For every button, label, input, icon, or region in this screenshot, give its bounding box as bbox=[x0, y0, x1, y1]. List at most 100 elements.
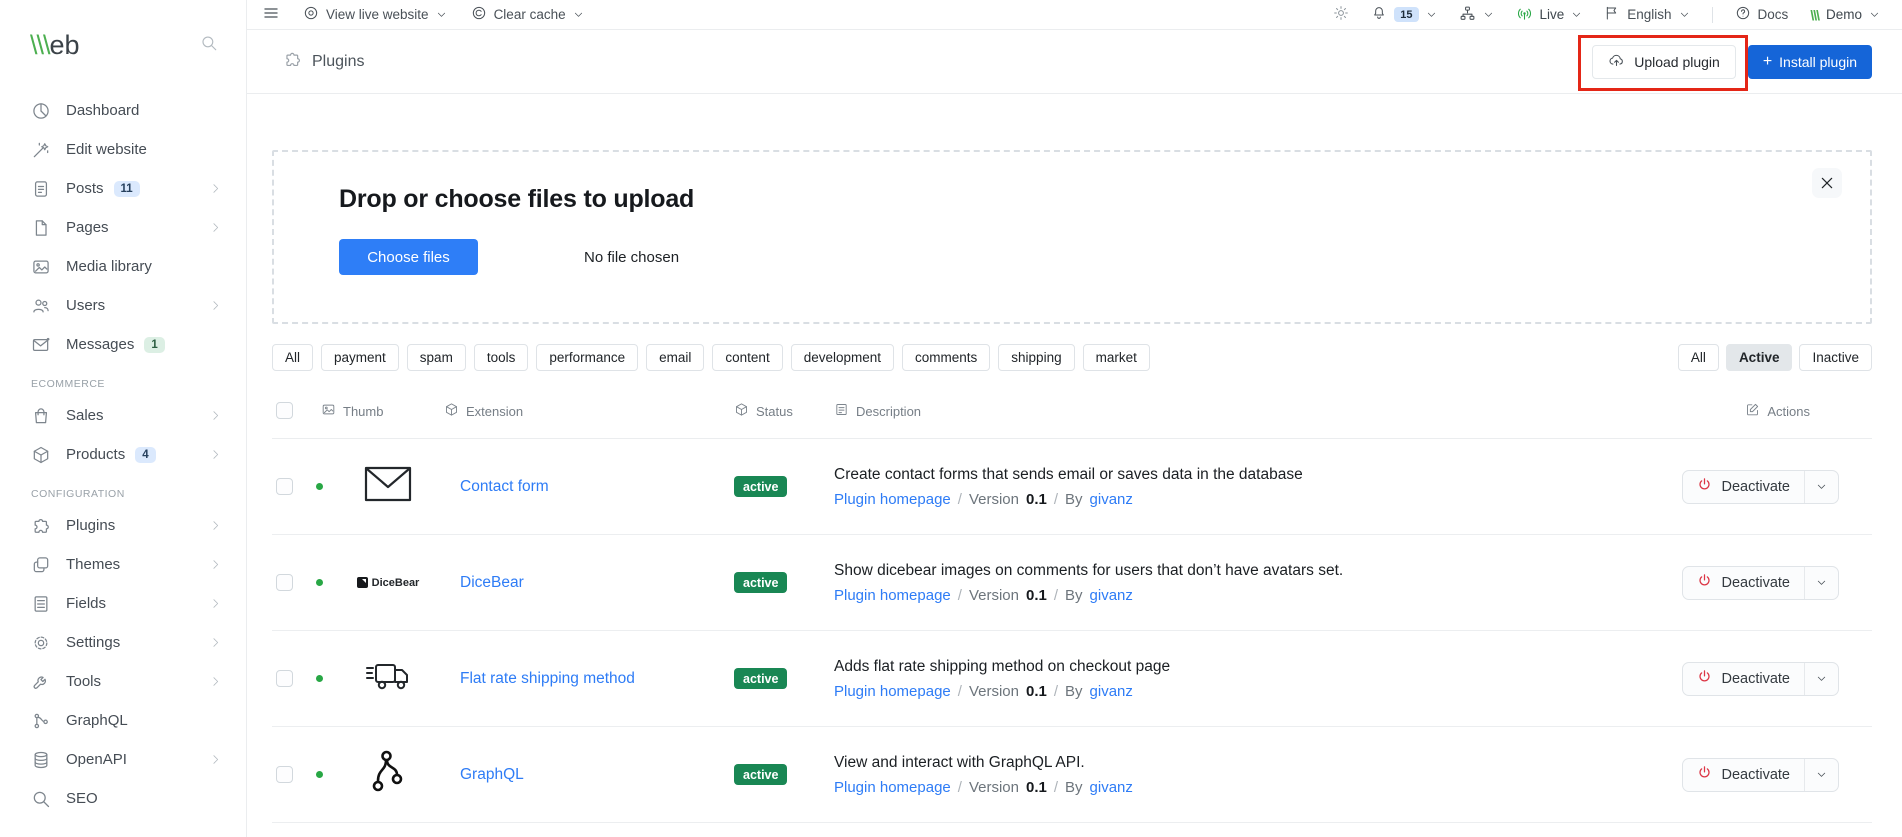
deactivate-dropdown-toggle[interactable] bbox=[1805, 471, 1838, 503]
hamburger-menu-icon[interactable] bbox=[263, 5, 279, 24]
chevron-down-icon bbox=[1483, 9, 1494, 20]
plus-icon: + bbox=[1763, 53, 1772, 71]
filter-spam[interactable]: spam bbox=[407, 344, 466, 371]
docs-link[interactable]: Docs bbox=[1735, 5, 1789, 24]
sidebar-item-fields[interactable]: Fields bbox=[0, 584, 246, 623]
chevron-down-icon bbox=[1571, 9, 1582, 20]
chevron-right-icon bbox=[209, 636, 222, 649]
plugin-author-link[interactable]: givanz bbox=[1090, 683, 1133, 700]
plugin-name-link[interactable]: GraphQL bbox=[460, 766, 524, 783]
fields-icon bbox=[31, 594, 51, 614]
plugin-homepage-link[interactable]: Plugin homepage bbox=[834, 683, 951, 700]
sidebar-search-icon[interactable] bbox=[200, 34, 218, 57]
sidebar-item-plugins[interactable]: Plugins bbox=[0, 506, 246, 545]
chevron-right-icon bbox=[209, 675, 222, 688]
clear-cache-menu[interactable]: Clear cache bbox=[471, 5, 584, 24]
filter-all[interactable]: All bbox=[272, 344, 313, 371]
brand-slashes-icon: \\\ bbox=[1810, 7, 1819, 23]
filter-performance[interactable]: performance bbox=[536, 344, 638, 371]
chevron-right-icon bbox=[209, 182, 222, 195]
plugin-name-link[interactable]: DiceBear bbox=[460, 574, 524, 591]
main-area: View live website Clear cache 15 bbox=[247, 0, 1902, 837]
close-upload-button[interactable] bbox=[1812, 168, 1842, 198]
plugin-description: Create contact forms that sends email or… bbox=[834, 466, 1662, 508]
topbar: View live website Clear cache 15 bbox=[247, 0, 1902, 30]
plugin-author-link[interactable]: givanz bbox=[1090, 491, 1133, 508]
row-checkbox[interactable] bbox=[276, 574, 293, 591]
choose-files-button[interactable]: Choose files bbox=[339, 239, 478, 275]
sidebar-item-seo[interactable]: SEO bbox=[0, 779, 246, 818]
sidebar-item-sales[interactable]: Sales bbox=[0, 396, 246, 435]
sidebar-item-media-library[interactable]: Media library bbox=[0, 247, 246, 286]
sidebar-item-users[interactable]: Users bbox=[0, 286, 246, 325]
filter-market[interactable]: market bbox=[1083, 344, 1150, 371]
deactivate-dropdown-toggle[interactable] bbox=[1805, 663, 1838, 695]
view-live-website-menu[interactable]: View live website bbox=[303, 5, 447, 24]
sidebar-item-posts[interactable]: Posts 11 bbox=[0, 169, 246, 208]
sidebar-item-settings[interactable]: Settings bbox=[0, 623, 246, 662]
theme-sun-icon[interactable] bbox=[1333, 5, 1349, 24]
active-status-dot bbox=[316, 483, 323, 490]
sidebar-item-pages[interactable]: Pages bbox=[0, 208, 246, 247]
plugin-homepage-link[interactable]: Plugin homepage bbox=[834, 587, 951, 604]
deactivate-button[interactable]: Deactivate bbox=[1683, 567, 1805, 599]
power-icon bbox=[1697, 573, 1712, 592]
filter-content[interactable]: content bbox=[712, 344, 782, 371]
graphql-branch-icon bbox=[31, 711, 51, 731]
filter-shipping[interactable]: shipping bbox=[998, 344, 1074, 371]
upload-plugin-button[interactable]: Upload plugin bbox=[1592, 45, 1736, 79]
table-row: Contact form active Create contact forms… bbox=[272, 439, 1872, 535]
content: Drop or choose files to upload Choose fi… bbox=[247, 94, 1902, 837]
plugin-name-link[interactable]: Contact form bbox=[460, 478, 549, 495]
account-menu[interactable]: \\\ Demo bbox=[1810, 7, 1880, 23]
plugin-homepage-link[interactable]: Plugin homepage bbox=[834, 779, 951, 796]
sidebar-item-tools[interactable]: Tools bbox=[0, 662, 246, 701]
filter-development[interactable]: development bbox=[791, 344, 894, 371]
filter-tools[interactable]: tools bbox=[474, 344, 529, 371]
chevron-right-icon bbox=[209, 519, 222, 532]
magnifier-icon bbox=[31, 789, 51, 809]
plugin-author-link[interactable]: givanz bbox=[1090, 779, 1133, 796]
deactivate-button[interactable]: Deactivate bbox=[1683, 663, 1805, 695]
status-filter-all[interactable]: All bbox=[1678, 344, 1719, 371]
row-checkbox[interactable] bbox=[276, 670, 293, 687]
sidebar-item-graphql[interactable]: GraphQL bbox=[0, 701, 246, 740]
sidebar-item-openapi[interactable]: OpenAPI bbox=[0, 740, 246, 779]
notifications-menu[interactable]: 15 bbox=[1371, 5, 1436, 24]
box-icon bbox=[734, 402, 749, 420]
sidebar-item-edit-website[interactable]: Edit website bbox=[0, 130, 246, 169]
active-status-dot bbox=[316, 579, 323, 586]
sidebar-item-products[interactable]: Products 4 bbox=[0, 435, 246, 474]
live-status-menu[interactable]: Live bbox=[1516, 5, 1583, 25]
upload-dropzone[interactable]: Drop or choose files to upload Choose fi… bbox=[272, 150, 1872, 324]
sitemap-menu[interactable] bbox=[1459, 5, 1494, 25]
select-all-checkbox[interactable] bbox=[276, 402, 293, 419]
chevron-right-icon bbox=[209, 299, 222, 312]
deactivate-split-button: Deactivate bbox=[1682, 758, 1839, 792]
language-menu[interactable]: English bbox=[1604, 5, 1689, 24]
row-checkbox[interactable] bbox=[276, 478, 293, 495]
status-filter-inactive[interactable]: Inactive bbox=[1799, 344, 1872, 371]
filter-payment[interactable]: payment bbox=[321, 344, 399, 371]
sidebar-item-themes[interactable]: Themes bbox=[0, 545, 246, 584]
column-status: Status bbox=[734, 402, 834, 420]
deactivate-dropdown-toggle[interactable] bbox=[1805, 567, 1838, 599]
app-logo[interactable]: \\\eb bbox=[30, 30, 80, 61]
deactivate-dropdown-toggle[interactable] bbox=[1805, 759, 1838, 791]
clear-cache-icon bbox=[471, 5, 487, 24]
chevron-right-icon bbox=[209, 221, 222, 234]
status-filter-active[interactable]: Active bbox=[1726, 344, 1793, 371]
sidebar-item-messages[interactable]: Messages 1 bbox=[0, 325, 246, 364]
sidebar-item-dashboard[interactable]: Dashboard bbox=[0, 91, 246, 130]
install-plugin-button[interactable]: + Install plugin bbox=[1748, 45, 1872, 79]
deactivate-button[interactable]: Deactivate bbox=[1683, 471, 1805, 503]
plugin-author-link[interactable]: givanz bbox=[1090, 587, 1133, 604]
row-checkbox[interactable] bbox=[276, 766, 293, 783]
chevron-right-icon bbox=[209, 753, 222, 766]
deactivate-button[interactable]: Deactivate bbox=[1683, 759, 1805, 791]
plugin-name-link[interactable]: Flat rate shipping method bbox=[460, 670, 635, 687]
plugin-thumb: DiceBear bbox=[332, 577, 444, 589]
filter-email[interactable]: email bbox=[646, 344, 704, 371]
plugin-homepage-link[interactable]: Plugin homepage bbox=[834, 491, 951, 508]
filter-comments[interactable]: comments bbox=[902, 344, 990, 371]
